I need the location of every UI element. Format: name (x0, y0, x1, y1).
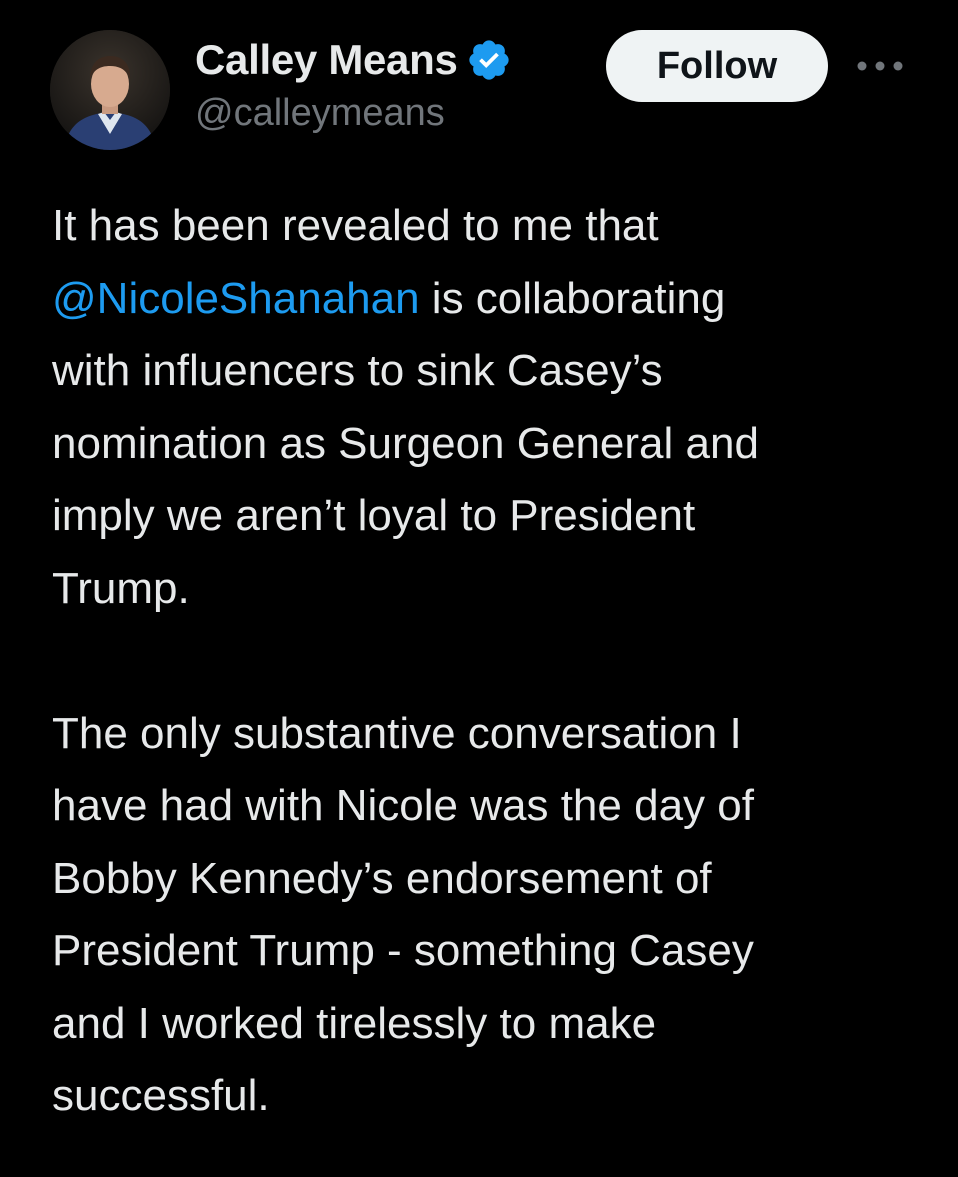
verified-badge-icon[interactable] (466, 37, 512, 83)
follow-button[interactable]: Follow (606, 30, 828, 102)
author-display-name[interactable]: Calley Means (195, 36, 458, 84)
tweet-text-line: It has been revealed to me that (52, 201, 659, 250)
tweet-text: It has been revealed to me that @NicoleS… (52, 190, 932, 1133)
tweet-paragraph-2: The only substantive conversation I have… (52, 708, 754, 1121)
author-block: Calley Means @calleymeans (195, 34, 595, 135)
tweet-card: Calley Means @calleymeans Follow It has … (0, 0, 958, 1177)
author-handle[interactable]: @calleymeans (195, 92, 595, 135)
tweet-paragraph-1: It has been revealed to me that @NicoleS… (52, 190, 932, 625)
avatar[interactable] (50, 30, 170, 150)
mention-link[interactable]: @NicoleShanahan (52, 274, 420, 323)
more-options-icon[interactable] (852, 50, 908, 82)
avatar-image (50, 30, 170, 150)
tweet-text-segment: with influencers to sink Casey’s nominat… (52, 346, 759, 613)
author-name-row: Calley Means (195, 34, 595, 86)
tweet-text-segment: is collaborating (419, 273, 726, 323)
